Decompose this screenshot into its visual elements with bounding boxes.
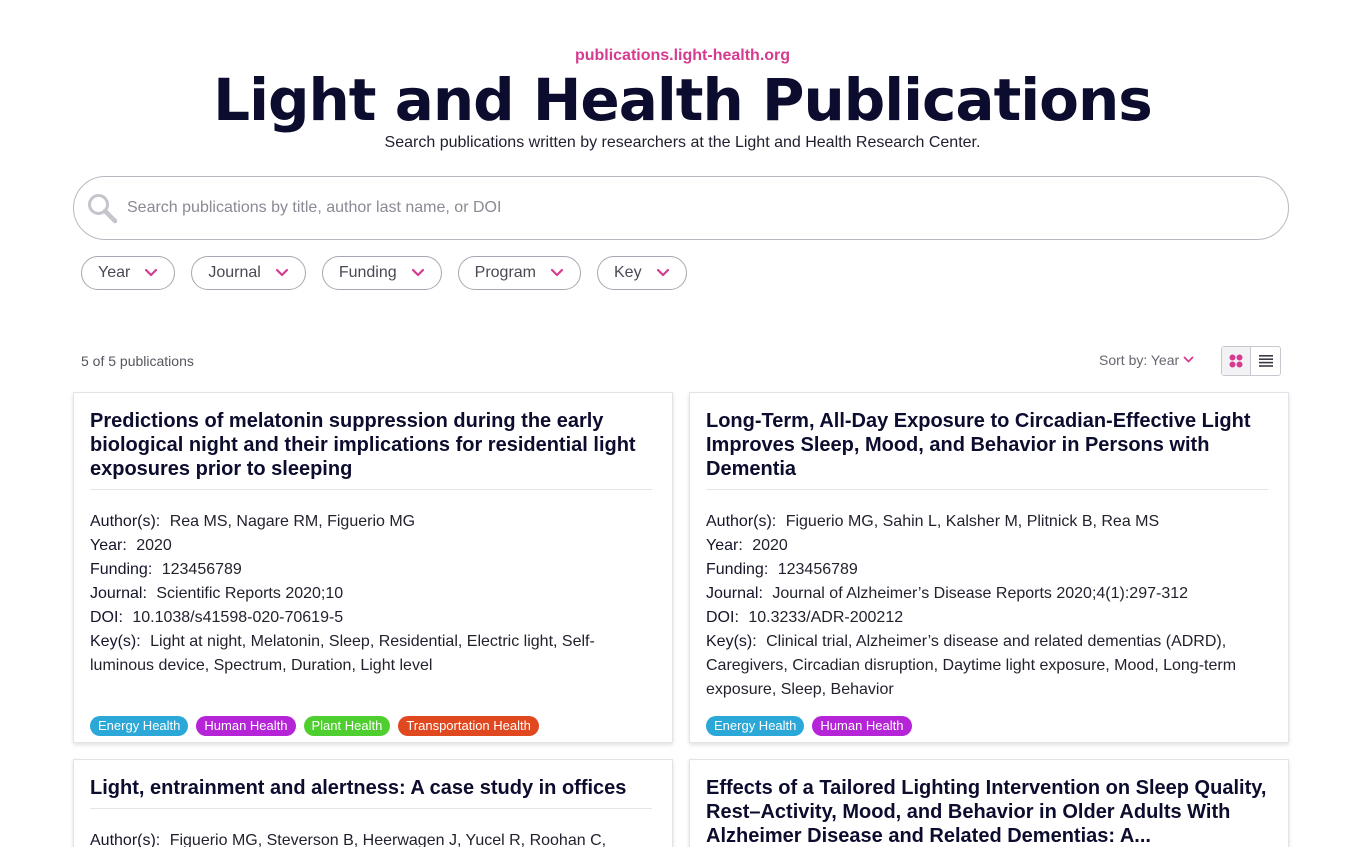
keys-row: Key(s): Clinical trial, Alzheimer’s dise… xyxy=(706,630,1272,654)
grid-view-button[interactable] xyxy=(1222,347,1251,375)
keys-value-cont: Caregivers, Circadian disruption, Daytim… xyxy=(706,657,1237,674)
filter-key[interactable]: Key xyxy=(597,256,687,290)
authors-label: Author(s): xyxy=(90,832,161,847)
keys-row: Key(s): Light at night, Melatonin, Sleep… xyxy=(90,630,656,678)
authors-value: Rea MS, Nagare RM, Figuerio MG xyxy=(169,513,416,530)
funding-value: 123456789 xyxy=(161,561,242,578)
filter-year[interactable]: Year xyxy=(81,256,176,290)
filter-label: Funding xyxy=(338,264,397,281)
page-header: publications.light-health.org Light and … xyxy=(0,46,1365,153)
journal-row: Journal: Scientific Reports 2020;10 xyxy=(90,582,656,606)
doi-value[interactable]: 10.1038/s41598-020-70619-5 xyxy=(132,609,343,626)
chevron-down-icon xyxy=(1183,356,1194,363)
search-icon xyxy=(88,194,118,224)
doi-row: DOI: 10.1038/s41598-020-70619-5 xyxy=(90,606,656,630)
publication-meta: Author(s): Rea MS, Nagare RM, Figuerio M… xyxy=(90,510,656,678)
doi-value[interactable]: 10.3233/ADR-200212 xyxy=(748,609,903,626)
tag-list: Energy Health Human Health Plant Health … xyxy=(90,716,656,736)
authors-value: Figuerio MG, Steverson B, Heerwagen J, Y… xyxy=(169,832,607,847)
search-input[interactable] xyxy=(127,199,1227,217)
filter-label: Program xyxy=(474,264,536,281)
page-subtitle: Search publications written by researche… xyxy=(384,134,981,151)
journal-label: Journal: xyxy=(90,585,147,602)
year-label: Year: xyxy=(90,537,127,554)
chevron-down-icon xyxy=(656,268,669,277)
authors-row: Author(s): Rea MS, Nagare RM, Figuerio M… xyxy=(90,510,656,534)
view-toggle xyxy=(1221,346,1281,376)
authors-row: Author(s): Figuerio MG, Sahin L, Kalsher… xyxy=(706,510,1272,534)
publication-title[interactable]: Predictions of melatonin suppression dur… xyxy=(90,409,652,490)
authors-value: Figuerio MG, Sahin L, Kalsher M, Plitnic… xyxy=(785,513,1160,530)
publication-card[interactable]: Effects of a Tailored Lighting Intervent… xyxy=(689,759,1289,847)
tag-transportation-health[interactable]: Transportation Health xyxy=(398,716,539,736)
funding-row: Funding: 123456789 xyxy=(90,558,656,582)
authors-label: Author(s): xyxy=(90,513,161,530)
year-row: Year: 2020 xyxy=(90,534,656,558)
tag-plant-health[interactable]: Plant Health xyxy=(303,716,391,736)
tag-human-health[interactable]: Human Health xyxy=(196,716,296,736)
chevron-down-icon xyxy=(275,268,288,277)
publication-meta: Author(s): Figuerio MG, Steverson B, Hee… xyxy=(90,829,656,847)
funding-value: 123456789 xyxy=(777,561,858,578)
doi-row: DOI: 10.3233/ADR-200212 xyxy=(706,606,1272,630)
chevron-down-icon xyxy=(550,268,564,277)
authors-row: Author(s): Figuerio MG, Steverson B, Hee… xyxy=(90,829,656,847)
filter-label: Journal xyxy=(208,264,261,281)
page-title: Light and Health Publications xyxy=(213,66,1153,134)
filter-label: Key xyxy=(614,264,642,281)
publication-title[interactable]: Effects of a Tailored Lighting Intervent… xyxy=(706,776,1268,847)
journal-value: Scientific Reports 2020;10 xyxy=(156,585,344,602)
year-label: Year: xyxy=(706,537,743,554)
funding-label: Funding: xyxy=(706,561,769,578)
journal-label: Journal: xyxy=(706,585,763,602)
list-view-icon xyxy=(1258,355,1273,367)
filter-bar: Year Journal Funding Program Key xyxy=(81,256,687,290)
search-bar[interactable] xyxy=(73,176,1289,240)
tag-energy-health[interactable]: Energy Health xyxy=(90,716,189,736)
journal-value: Journal of Alzheimer’s Disease Reports 2… xyxy=(772,585,1189,602)
filter-program[interactable]: Program xyxy=(457,256,581,290)
publication-title[interactable]: Light, entrainment and alertness: A case… xyxy=(90,776,652,809)
doi-label: DOI: xyxy=(90,609,123,626)
sort-label: Sort by: Year xyxy=(1099,352,1180,368)
funding-row: Funding: 123456789 xyxy=(706,558,1272,582)
publication-title[interactable]: Long-Term, All-Day Exposure to Circadian… xyxy=(706,409,1268,490)
keys-value: Light at night, Melatonin, Sleep, Reside… xyxy=(90,633,595,674)
publication-card[interactable]: Long-Term, All-Day Exposure to Circadian… xyxy=(689,392,1289,743)
year-row: Year: 2020 xyxy=(706,534,1272,558)
publication-card[interactable]: Light, entrainment and alertness: A case… xyxy=(73,759,673,847)
chevron-down-icon xyxy=(145,268,158,277)
grid-view-icon xyxy=(1229,354,1243,368)
tag-energy-health[interactable]: Energy Health xyxy=(706,716,805,736)
keys-value: Clinical trial, Alzheimer’s disease and … xyxy=(766,633,1227,650)
list-view-button[interactable] xyxy=(1251,347,1280,375)
journal-row: Journal: Journal of Alzheimer’s Disease … xyxy=(706,582,1272,606)
doi-label: DOI: xyxy=(706,609,739,626)
publication-card[interactable]: Predictions of melatonin suppression dur… xyxy=(73,392,673,743)
keys-label: Key(s): xyxy=(90,633,141,650)
keys-value-cont: exposure, Sleep, Behavior xyxy=(706,681,894,698)
chevron-down-icon xyxy=(411,268,424,277)
authors-label: Author(s): xyxy=(706,513,777,530)
filter-label: Year xyxy=(98,264,131,281)
keys-label: Key(s): xyxy=(706,633,757,650)
tag-human-health[interactable]: Human Health xyxy=(812,716,912,736)
filter-journal[interactable]: Journal xyxy=(191,256,306,290)
result-count: 5 of 5 publications xyxy=(81,353,194,369)
filter-funding[interactable]: Funding xyxy=(321,256,442,290)
site-url[interactable]: publications.light-health.org xyxy=(0,46,1365,66)
publication-meta: Author(s): Figuerio MG, Sahin L, Kalsher… xyxy=(706,510,1272,702)
tag-list: Energy Health Human Health xyxy=(706,716,1272,736)
year-value: 2020 xyxy=(136,537,172,554)
funding-label: Funding: xyxy=(90,561,153,578)
year-value: 2020 xyxy=(752,537,788,554)
sort-dropdown[interactable]: Sort by: Year xyxy=(1099,352,1194,368)
